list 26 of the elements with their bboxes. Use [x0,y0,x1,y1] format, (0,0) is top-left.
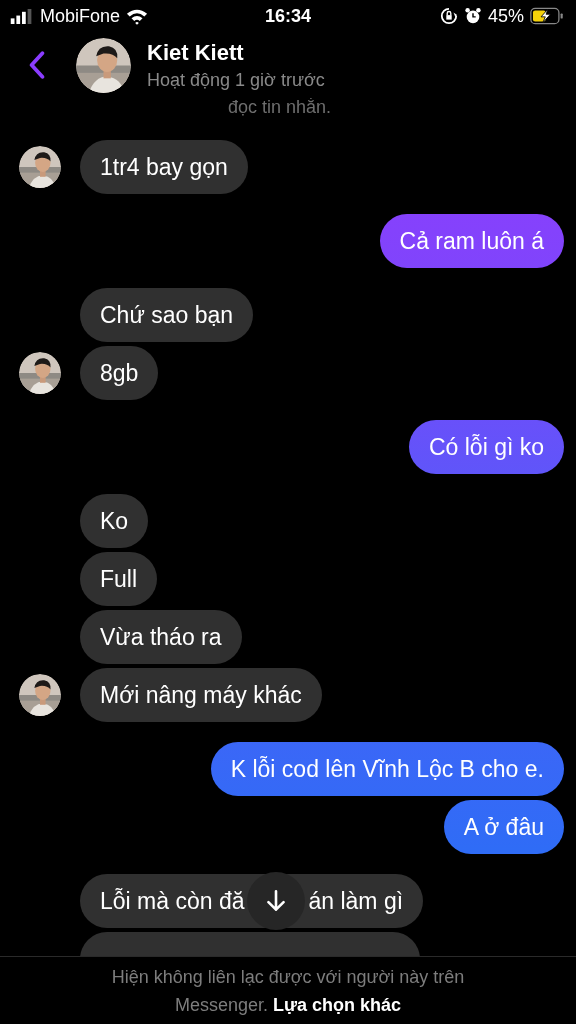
other-options-link[interactable]: Lựa chọn khác [273,994,402,1015]
message-bubble: 8gb [80,346,159,400]
message-bubble: Vừa tháo ra [80,610,242,664]
message-bubble: Chứ sao bạn [80,288,254,342]
message-bubble: Cả ram luôn á [379,214,564,268]
contact-name: Kiet Kiett [147,39,245,66]
unavailable-notice: Hiện không liên lạc được với người này trên Messenger. Lựa chọn khác [110,965,466,1017]
status-overflow-text: đọc tin nhắn. [228,98,332,118]
clock-time: 16:34 [264,5,311,27]
active-status: Hoạt động 1 giờ trước [147,69,325,91]
rotation-lock-icon [439,7,458,25]
message-bubble: K lỗi cod lên Vĩnh Lộc B cho e. [210,742,564,796]
carrier-name: MobiFone [40,5,121,27]
message-bubble: Full [80,552,158,606]
message-bubble: Có lỗi gì ko [408,420,564,474]
message-text: Lỗi mà còn đă [100,887,245,916]
message-text: án làm gì [308,887,404,916]
message-bubble: A ở đâu [443,800,564,854]
alarm-icon [463,7,482,25]
message-bubble: 1tr4 bay gọn [80,140,248,194]
back-icon[interactable] [28,51,46,79]
signal-icon [10,8,34,24]
message-bubble: Ko [80,494,149,548]
message-bubble: Mới nâng máy khác [80,668,322,722]
battery-percent: 45% [487,5,524,27]
wifi-icon [126,7,149,25]
